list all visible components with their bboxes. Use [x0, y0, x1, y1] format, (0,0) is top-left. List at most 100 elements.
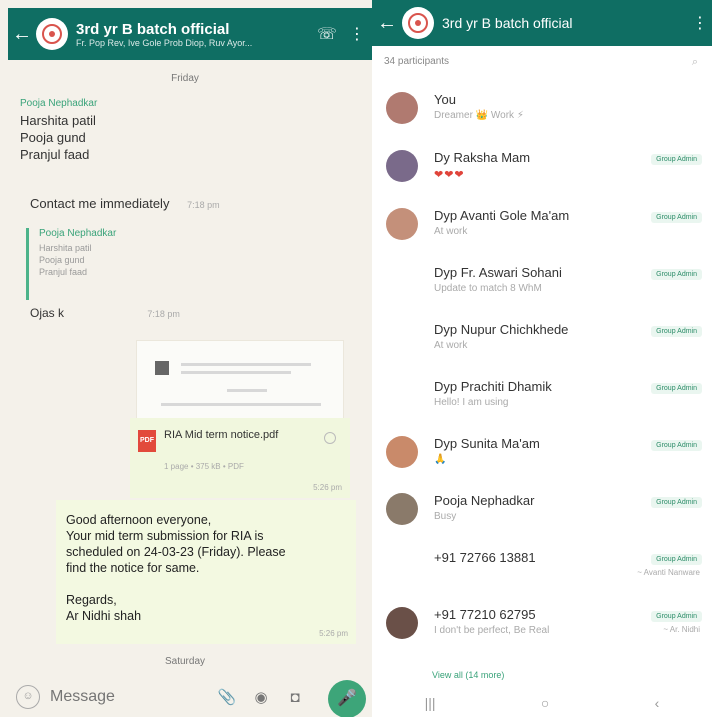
group-avatar[interactable]: [36, 18, 68, 50]
avatar[interactable]: [386, 550, 418, 582]
message-time: 5:26 pm: [319, 629, 348, 638]
avatar[interactable]: [386, 493, 418, 525]
message-time: 7:18 pm: [187, 200, 220, 210]
message-line: Pranjul faad: [20, 147, 90, 162]
back-nav-icon[interactable]: ‹: [655, 695, 660, 711]
group-admin-badge: Group Admin: [651, 212, 702, 223]
message-line: Your mid term submission for RIA is: [66, 529, 264, 543]
more-options-icon[interactable]: ⋮: [688, 13, 712, 33]
preview-line: [227, 389, 267, 392]
chat-header[interactable]: ← 3rd yr B batch official Fr. Pop Rev, I…: [8, 8, 372, 60]
message-line: Pooja gund: [20, 130, 86, 145]
participant-status: Busy: [434, 511, 457, 522]
attach-icon[interactable]: 📎: [210, 688, 244, 706]
group-admin-badge: Group Admin: [651, 440, 702, 451]
message-sender: Pooja Nephadkar: [20, 98, 98, 109]
chat-title[interactable]: 3rd yr B batch official: [76, 21, 312, 38]
back-arrow-icon[interactable]: ←: [372, 12, 402, 35]
participant-row[interactable]: Dyp Fr. Aswari Sohani Update to match 8 W…: [372, 261, 712, 317]
group-admin-badge: Group Admin: [651, 554, 702, 565]
avatar[interactable]: [386, 379, 418, 411]
message-text: Contact me immediately: [30, 196, 170, 211]
participant-row[interactable]: Pooja Nephadkar Busy Group Admin: [372, 489, 712, 545]
mic-button[interactable]: 🎤: [328, 680, 366, 717]
participant-row[interactable]: Dyp Avanti Gole Ma'am At work Group Admin: [372, 204, 712, 260]
emoji-icon[interactable]: ☺: [16, 685, 40, 709]
participant-alias: ~ Ar. Nidhi: [663, 625, 700, 634]
message-bubble[interactable]: Pooja Nephadkar Harshita patil Pooja gun…: [20, 98, 340, 163]
group-avatar[interactable]: [402, 7, 434, 39]
participant-row[interactable]: +91 77210 62795 I don't be perfect, Be Re…: [372, 603, 712, 659]
avatar[interactable]: [386, 150, 418, 182]
participant-status: Hello! I am using: [434, 397, 509, 408]
message-line: Regards,: [66, 593, 117, 607]
message-line: Ar Nidhi shah: [66, 609, 142, 623]
participant-row[interactable]: Dy Raksha Mam ❤❤❤ Group Admin: [372, 146, 712, 202]
participant-name: You: [434, 92, 456, 107]
recents-icon[interactable]: |||: [425, 695, 436, 711]
download-icon[interactable]: [324, 432, 336, 444]
participant-status: At work: [434, 226, 468, 237]
home-icon[interactable]: ○: [541, 695, 549, 711]
message-bubble[interactable]: Contact me immediately 7:18 pm: [30, 196, 220, 211]
quoted-line: Pooja gund: [39, 255, 85, 265]
participant-row[interactable]: Dyp Nupur Chichkhede At work Group Admin: [372, 318, 712, 374]
avatar[interactable]: [386, 436, 418, 468]
payment-icon[interactable]: ◉: [244, 688, 278, 706]
avatar[interactable]: [386, 607, 418, 639]
preview-line: [161, 403, 321, 406]
avatar[interactable]: [386, 265, 418, 297]
more-options-icon[interactable]: ⋮: [342, 24, 372, 44]
group-admin-badge: Group Admin: [651, 383, 702, 394]
participant-status: I don't be perfect, Be Real: [434, 625, 550, 636]
participant-name: Dyp Prachiti Dhamik: [434, 379, 552, 394]
pdf-attachment[interactable]: PDF RIA Mid term notice.pdf 1 page • 375…: [130, 418, 350, 498]
message-line: find the notice for same.: [66, 561, 200, 575]
document-preview-thumbnail[interactable]: [136, 340, 344, 422]
back-arrow-icon[interactable]: ←: [8, 23, 36, 46]
preview-line: [181, 363, 311, 366]
participant-name: Dyp Nupur Chichkhede: [434, 322, 569, 337]
participant-row[interactable]: You Dreamer 👑 Work ⚡: [372, 88, 712, 144]
participant-row[interactable]: Dyp Sunita Ma'am 🙏 Group Admin: [372, 432, 712, 488]
message-input[interactable]: [50, 688, 210, 706]
pdf-meta: 1 page • 375 kB • PDF: [164, 462, 244, 471]
message-time: 5:26 pm: [313, 483, 342, 492]
participant-status: Update to match 8 WhM: [434, 283, 542, 294]
message-text: Ojas k: [30, 306, 65, 320]
avatar[interactable]: [386, 92, 418, 124]
message-line: Good afternoon everyone,: [66, 513, 212, 527]
view-all-link[interactable]: View all (14 more): [432, 670, 504, 680]
notice-message[interactable]: Good afternoon everyone, Your mid term s…: [56, 500, 356, 644]
info-header: ← 3rd yr B batch official ⋮: [372, 0, 712, 46]
participant-name: Dyp Sunita Ma'am: [434, 436, 540, 451]
search-icon[interactable]: ⌕: [692, 56, 698, 69]
participant-status: At work: [434, 340, 468, 351]
participant-row[interactable]: +91 72766 13881 Group Admin ~ Avanti Nanwa…: [372, 546, 712, 602]
avatar[interactable]: [386, 322, 418, 354]
message-composer: ☺ 📎 ◉ ◘: [16, 680, 316, 714]
reply-message[interactable]: Ojas k 7:18 pm: [30, 306, 180, 320]
group-title: 3rd yr B batch official: [442, 15, 573, 31]
avatar[interactable]: [386, 208, 418, 240]
participant-status: ❤❤❤: [434, 169, 465, 181]
chat-panel: ← 3rd yr B batch official Fr. Pop Rev, I…: [0, 0, 372, 717]
group-info-panel: ← 3rd yr B batch official ⋮ 34 participa…: [372, 0, 712, 717]
pdf-filename: RIA Mid term notice.pdf: [164, 429, 279, 441]
participants-count: 34 participants ⌕: [384, 56, 704, 69]
participant-name: Dy Raksha Mam: [434, 150, 531, 165]
group-admin-badge: Group Admin: [651, 611, 702, 622]
participant-row[interactable]: Dyp Prachiti Dhamik Hello! I am using Grou…: [372, 375, 712, 431]
quoted-reply[interactable]: Pooja Nephadkar Harshita patil Pooja gun…: [26, 228, 176, 300]
participant-name: +91 77210 62795: [434, 607, 536, 622]
participant-name: Dyp Avanti Gole Ma'am: [434, 208, 570, 223]
pdf-file-icon: PDF: [138, 430, 156, 452]
group-admin-badge: Group Admin: [651, 269, 702, 280]
date-separator-friday: Friday: [171, 73, 199, 84]
camera-icon[interactable]: ◘: [278, 689, 312, 706]
participant-alias: ~ Avanti Nanware: [637, 568, 700, 577]
call-icon[interactable]: ☏: [312, 24, 342, 44]
group-admin-badge: Group Admin: [651, 154, 702, 165]
participant-name: Dyp Fr. Aswari Sohani: [434, 265, 562, 280]
